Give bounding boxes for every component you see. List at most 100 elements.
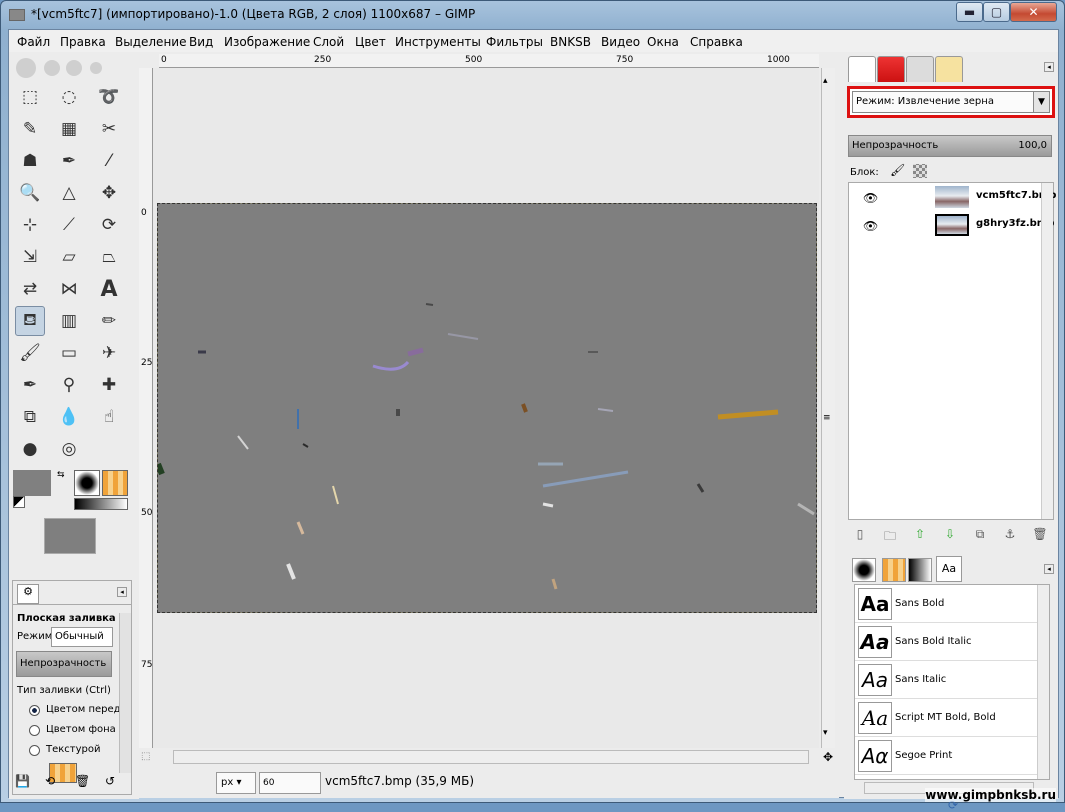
save-options-icon[interactable]: 💾 [15,774,31,790]
fuzzy-select-icon[interactable]: ✎ [15,114,45,144]
menu-view[interactable]: Вид [189,35,213,49]
title-bar[interactable]: *[vcm5ftc7] (импортировано)-1.0 (Цвета R… [1,1,1064,29]
quick-mask-icon[interactable]: ⬚ [141,751,150,762]
zoom-select[interactable]: 60 [259,772,321,794]
fonts-scrollbar[interactable] [1037,585,1049,779]
eraser-icon[interactable]: ▭ [54,338,84,368]
menu-bnksb[interactable]: BNKSB [550,35,591,49]
maximize-button[interactable]: ▢ [983,2,1010,22]
layers-scrollbar[interactable] [1041,183,1053,519]
lower-layer-icon[interactable]: ⇩ [942,527,958,543]
tool-options-scrollbar[interactable] [119,613,131,773]
visibility-eye-icon[interactable]: 👁 [863,191,878,205]
foreground-color[interactable] [13,470,51,496]
lasso-icon[interactable]: ➰ [94,82,124,112]
shear-icon[interactable]: ▱ [54,242,84,272]
horizontal-scrollbar[interactable] [173,750,809,764]
duplicate-layer-icon[interactable]: ⧉ [972,527,988,543]
scale-icon[interactable]: ⇲ [15,242,45,272]
swap-colors-icon[interactable]: ⇆ [57,470,67,480]
fill-fg-radio[interactable] [29,705,40,716]
new-group-icon[interactable]: 🗀 [882,527,898,543]
scroll-down-icon[interactable]: ▾ [823,728,828,738]
raise-layer-icon[interactable]: ⇧ [912,527,928,543]
flip-icon[interactable]: ⇄ [15,274,45,304]
navigate-icon[interactable]: ✥ [823,750,833,764]
layer-opacity-slider[interactable]: Непрозрачность 100,0 [848,135,1052,157]
blur-icon[interactable]: 💧 [54,402,84,432]
paths-icon[interactable]: ✒ [54,146,84,176]
measure-icon[interactable]: △ [54,178,84,208]
foreground-select-icon[interactable]: ☗ [15,146,45,176]
image-thumbnail[interactable] [44,518,96,554]
menu-layer[interactable]: Слой [313,35,344,49]
patterns-tab-icon[interactable] [882,558,906,582]
delete-layer-icon[interactable]: 🗑 [1032,527,1048,543]
perspective-clone-icon[interactable]: ⧉ [15,402,45,432]
menu-filters[interactable]: Фильтры [486,35,543,49]
restore-options-icon[interactable]: ⟲ [45,774,61,790]
font-item[interactable]: Aα Segoe Print [855,737,1037,775]
layer-mode-select[interactable]: Режим: Извлечение зерна ▼ [852,91,1050,113]
menu-tools[interactable]: Инструменты [395,35,481,49]
dodge-burn-icon[interactable]: ● [15,434,45,464]
smudge-icon[interactable]: ☝ [94,402,124,432]
menu-select[interactable]: Выделение [115,35,186,49]
lock-alpha-icon[interactable] [913,164,927,178]
pattern-preview[interactable] [102,470,128,496]
pencil-icon[interactable]: ✏ [94,306,124,336]
minimize-button[interactable]: ▬ [956,2,983,22]
layer-row[interactable]: 👁 g8hry3fz.bmp [855,211,1061,239]
menu-video[interactable]: Видео [601,35,640,49]
image-canvas[interactable] [155,203,817,613]
scroll-grip[interactable]: ≡ [823,413,831,423]
gradients-tab-icon[interactable] [908,558,932,582]
fonts-menu-icon[interactable]: ◂ [1044,564,1054,574]
ink-icon[interactable]: ✒ [15,370,45,400]
font-item[interactable]: Aa Sans Bold Italic [855,623,1037,661]
tool-mode-select[interactable]: Обычный [51,627,113,647]
default-colors-icon[interactable] [13,496,25,508]
paintbrush-icon[interactable]: 🖌 [15,338,45,368]
perspective-icon[interactable]: ⏢ [94,242,124,272]
paths-tab-icon[interactable] [906,56,934,82]
warp-icon[interactable]: ◎ [54,434,84,464]
menu-file[interactable]: Файл [17,35,50,49]
layers-tab-icon[interactable] [848,56,876,82]
fonts-tab-icon[interactable]: Aa [936,556,962,582]
menu-color[interactable]: Цвет [355,35,386,49]
lock-pixels-icon[interactable]: 🖌 [890,163,905,177]
scissors-icon[interactable]: ✂ [94,114,124,144]
menu-edit[interactable]: Правка [60,35,106,49]
fill-pattern-radio[interactable] [29,745,40,756]
tool-options-tab-icon[interactable]: ⚙ [17,584,39,604]
color-select-icon[interactable]: ▦ [54,114,84,144]
panel-menu-icon[interactable]: ◂ [117,587,127,597]
clone-icon[interactable]: ⚲ [54,370,84,400]
text-tool-icon[interactable]: A [94,274,124,304]
rotate-icon[interactable]: ⟳ [94,210,124,240]
font-item[interactable]: Aa Script MT Bold, Bold [855,699,1037,737]
move-icon[interactable]: ✥ [94,178,124,208]
layer-row[interactable]: 👁 vcm5ftc7.bmp [855,183,1061,211]
mode-dropdown-icon[interactable]: ▼ [1033,92,1049,112]
brush-preview[interactable] [74,470,100,496]
zoom-icon[interactable]: 🔍 [15,178,45,208]
scroll-up-icon[interactable]: ▴ [823,76,828,86]
undo-tab-icon[interactable] [935,56,963,82]
dock-menu-icon[interactable]: ◂ [1044,62,1054,72]
reset-options-icon[interactable]: ↺ [105,774,121,790]
ellipse-select-icon[interactable]: ◌ [54,82,84,112]
font-item[interactable]: Aa Sans Bold [855,585,1037,623]
unit-select[interactable]: px ▾ [216,772,256,794]
color-picker-icon[interactable]: ⁄ [94,146,124,176]
heal-icon[interactable]: ✚ [94,370,124,400]
menu-windows[interactable]: Окна [647,35,679,49]
vertical-scrollbar[interactable]: ▴ ≡ ▾ [821,68,835,748]
visibility-eye-icon[interactable]: 👁 [863,219,878,233]
menu-image[interactable]: Изображение [224,35,310,49]
align-icon[interactable]: ⊹ [15,210,45,240]
font-item[interactable]: Aa Sans Italic [855,661,1037,699]
channels-tab-icon[interactable] [877,56,905,82]
new-layer-icon[interactable]: ▯ [852,527,868,543]
